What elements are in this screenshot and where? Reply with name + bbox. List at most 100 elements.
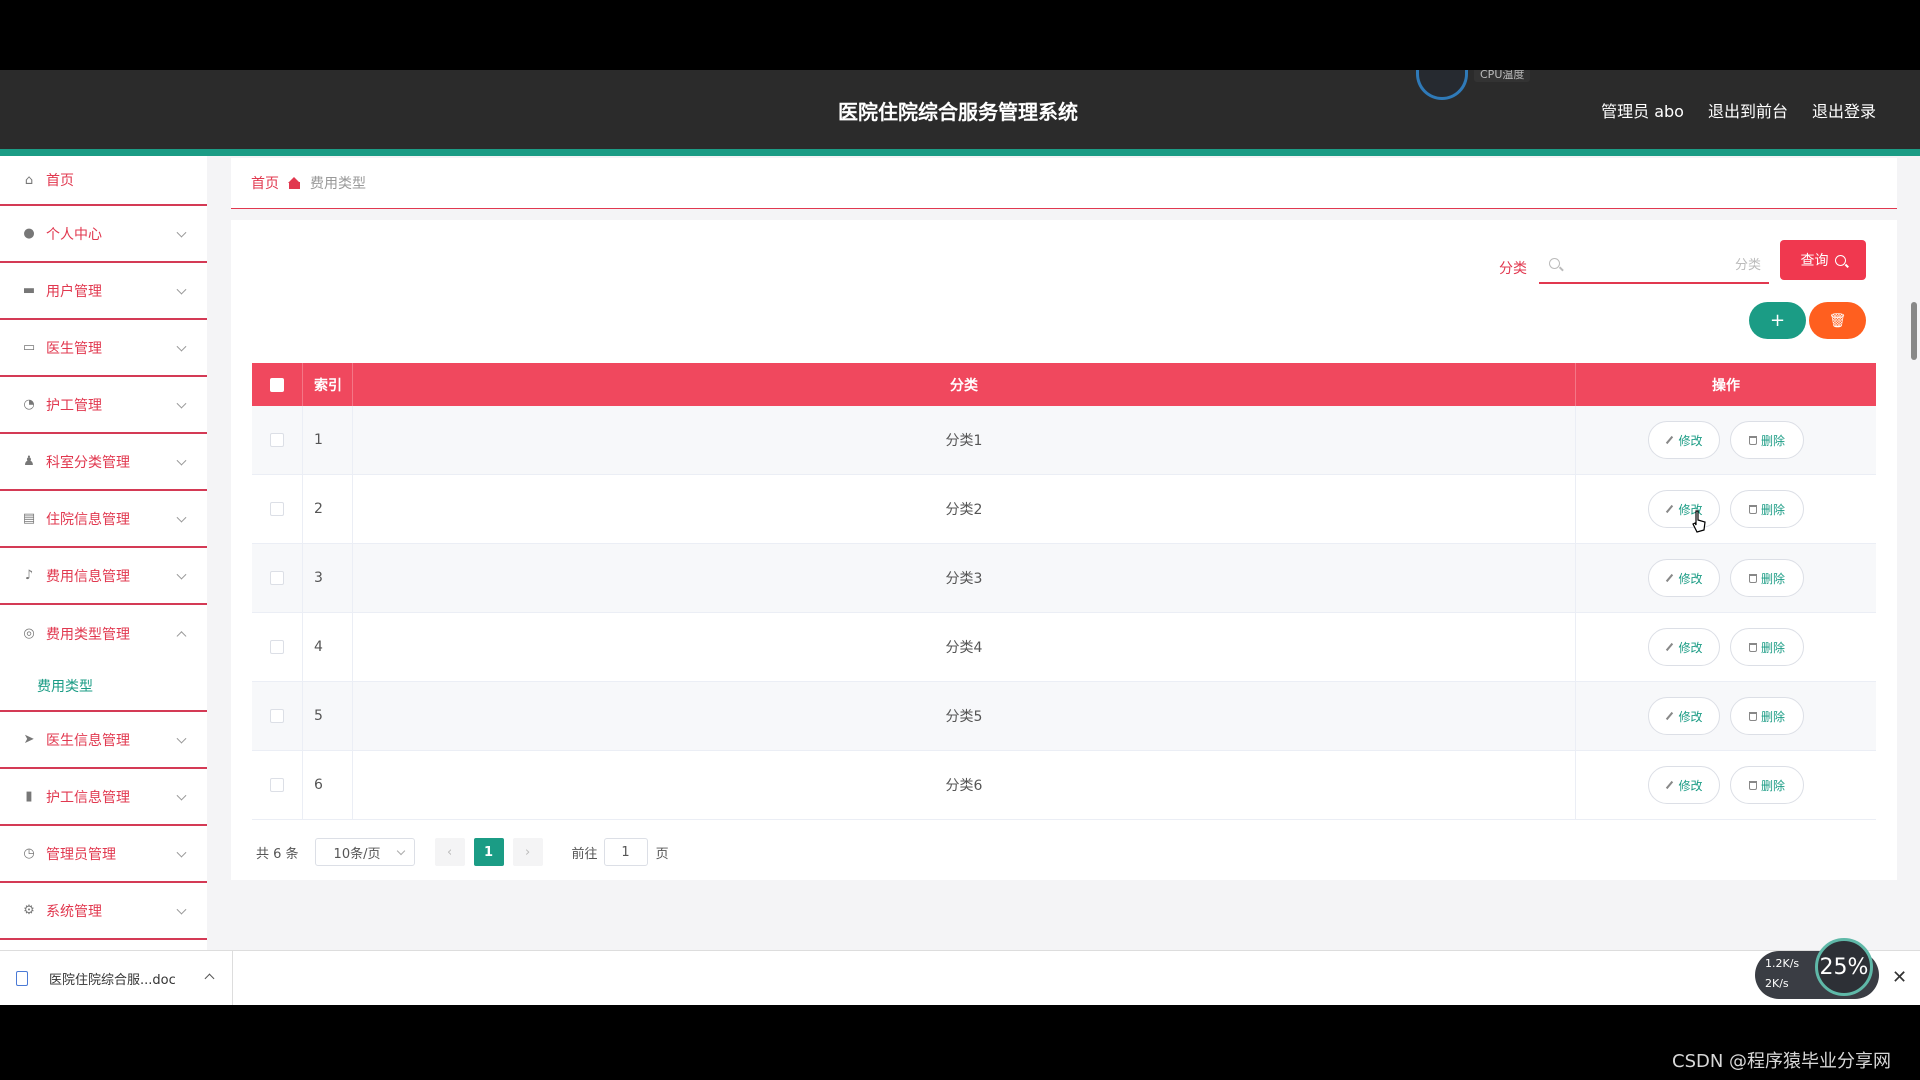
download-item[interactable]: 医院住院综合服...doc: [0, 951, 233, 1005]
admin-user-link[interactable]: 管理员 abo: [1601, 98, 1684, 122]
chevron-down-icon: [176, 790, 187, 801]
breadcrumb-current: 费用类型: [310, 176, 366, 192]
goto-page-input[interactable]: [603, 838, 648, 866]
row-category: 分类4: [353, 613, 1576, 681]
query-button[interactable]: 查询: [1780, 240, 1866, 280]
table-row: 1 分类1 修改 删除: [252, 406, 1876, 475]
bar-chart-icon: ▮: [25, 789, 33, 804]
sidebar-item-caregiver-info[interactable]: ▮ 护工信息管理: [0, 769, 207, 826]
chevron-down-icon: [176, 733, 187, 744]
search-box: [1539, 246, 1769, 284]
close-icon[interactable]: ✕: [1892, 967, 1907, 988]
row-checkbox-cell: [252, 613, 303, 681]
next-page-button[interactable]: ›: [512, 838, 543, 866]
delete-button[interactable]: 删除: [1730, 559, 1804, 597]
sidebar-subitem-fee-type[interactable]: 费用类型: [0, 662, 207, 712]
delete-button[interactable]: 删除: [1730, 490, 1804, 528]
row-category: 分类3: [353, 544, 1576, 612]
batch-delete-button[interactable]: 🗑: [1809, 302, 1866, 339]
chevron-up-icon[interactable]: [204, 973, 215, 984]
page-size-select[interactable]: 10条/页: [314, 838, 415, 866]
row-checkbox[interactable]: [270, 571, 284, 585]
app-title: 医院住院综合服务管理系统: [838, 100, 1078, 124]
delete-label: 删除: [1760, 433, 1785, 448]
delete-label: 删除: [1760, 502, 1785, 517]
row-checkbox-cell: [252, 682, 303, 750]
delete-button[interactable]: 删除: [1730, 421, 1804, 459]
search-icon: [1549, 258, 1560, 269]
row-checkbox[interactable]: [270, 502, 284, 516]
row-checkbox[interactable]: [270, 433, 284, 447]
edit-button[interactable]: 修改: [1648, 697, 1720, 735]
page-number-current[interactable]: 1: [473, 838, 504, 866]
sidebar-item-doctors[interactable]: ▭ 医生管理: [0, 320, 207, 377]
home-icon: [288, 177, 301, 189]
sidebar-item-inpatient[interactable]: ▤ 住院信息管理: [0, 491, 207, 548]
search-input[interactable]: [1569, 254, 1761, 276]
edit-button[interactable]: 修改: [1648, 559, 1720, 597]
select-all-checkbox[interactable]: [270, 377, 284, 392]
edit-button[interactable]: 修改: [1648, 628, 1720, 666]
row-index: 2: [303, 475, 353, 543]
page-suffix: 页: [655, 846, 669, 862]
clock-icon: ◷: [23, 846, 35, 861]
edit-icon: [1666, 573, 1674, 583]
chevron-down-icon: [176, 847, 187, 858]
add-button[interactable]: +: [1749, 302, 1806, 339]
edit-button[interactable]: 修改: [1648, 766, 1720, 804]
trash-icon: [1748, 573, 1757, 583]
sidebar-item-fee-info[interactable]: ♪ 费用信息管理: [0, 548, 207, 605]
sidebar-item-system[interactable]: ⚙ 系统管理: [0, 883, 207, 940]
edit-icon: [1666, 780, 1674, 790]
page-scrollbar[interactable]: [1911, 302, 1917, 360]
sidebar-item-label: 费用类型管理: [46, 626, 130, 643]
sidebar-item-fee-type[interactable]: ◎ 费用类型管理: [0, 605, 207, 662]
sidebar-item-home[interactable]: ⌂ 首页: [0, 156, 207, 206]
sidebar-item-label: 医生管理: [46, 340, 102, 357]
edit-button[interactable]: 修改: [1648, 490, 1720, 528]
cpu-gauge-icon: [1416, 70, 1468, 100]
table-row: 3 分类3 修改 删除: [252, 544, 1876, 613]
app-window: CPU温度 医院住院综合服务管理系统 管理员 abo 退出到前台 退出登录 ⌂ …: [0, 70, 1920, 1005]
delete-button[interactable]: 删除: [1730, 628, 1804, 666]
row-checkbox[interactable]: [270, 778, 284, 792]
row-category: 分类6: [353, 751, 1576, 819]
chevron-down-icon: [176, 284, 187, 295]
sidebar-item-doctor-info[interactable]: ➤ 医生信息管理: [0, 712, 207, 769]
edit-icon: [1666, 504, 1674, 514]
trash-icon: 🗑: [1828, 312, 1847, 329]
delete-button[interactable]: 删除: [1730, 766, 1804, 804]
row-checkbox[interactable]: [270, 640, 284, 654]
sidebar-item-users[interactable]: ▬ 用户管理: [0, 263, 207, 320]
edit-button[interactable]: 修改: [1648, 421, 1720, 459]
chevron-down-icon: [176, 512, 187, 523]
sidebar-item-admins[interactable]: ◷ 管理员管理: [0, 826, 207, 883]
chevron-down-icon: [176, 569, 187, 580]
breadcrumb-home-link[interactable]: 首页: [251, 173, 279, 193]
edit-label: 修改: [1678, 709, 1703, 724]
prev-page-button[interactable]: ‹: [434, 838, 465, 866]
header-links: 管理员 abo 退出到前台 退出登录: [1601, 98, 1876, 122]
table-header: 索引 分类 操作: [252, 363, 1876, 406]
row-checkbox-cell: [252, 544, 303, 612]
table-row: 2 分类2 修改 删除: [252, 475, 1876, 544]
search-label: 分类: [1499, 261, 1527, 277]
trash-icon: [1748, 642, 1757, 652]
settings-icon: ⚙: [23, 903, 35, 918]
sidebar-item-label: 医生信息管理: [46, 732, 130, 749]
download-speed: 2K/s: [1765, 977, 1789, 990]
exit-to-front-link[interactable]: 退出到前台: [1708, 98, 1788, 122]
column-header-index: 索引: [303, 363, 353, 406]
users-icon: ▬: [22, 283, 36, 298]
logout-link[interactable]: 退出登录: [1812, 98, 1876, 122]
row-checkbox[interactable]: [270, 709, 284, 723]
row-index: 5: [303, 682, 353, 750]
goto-label: 前往: [571, 846, 598, 862]
sidebar-item-label: 系统管理: [46, 903, 102, 920]
delete-label: 删除: [1760, 709, 1785, 724]
row-actions: 修改 删除: [1576, 544, 1876, 612]
delete-button[interactable]: 删除: [1730, 697, 1804, 735]
sidebar-item-personal[interactable]: ● 个人中心: [0, 206, 207, 263]
sidebar-item-departments[interactable]: ♟ 科室分类管理: [0, 434, 207, 491]
sidebar-item-caregivers[interactable]: ◔ 护工管理: [0, 377, 207, 434]
